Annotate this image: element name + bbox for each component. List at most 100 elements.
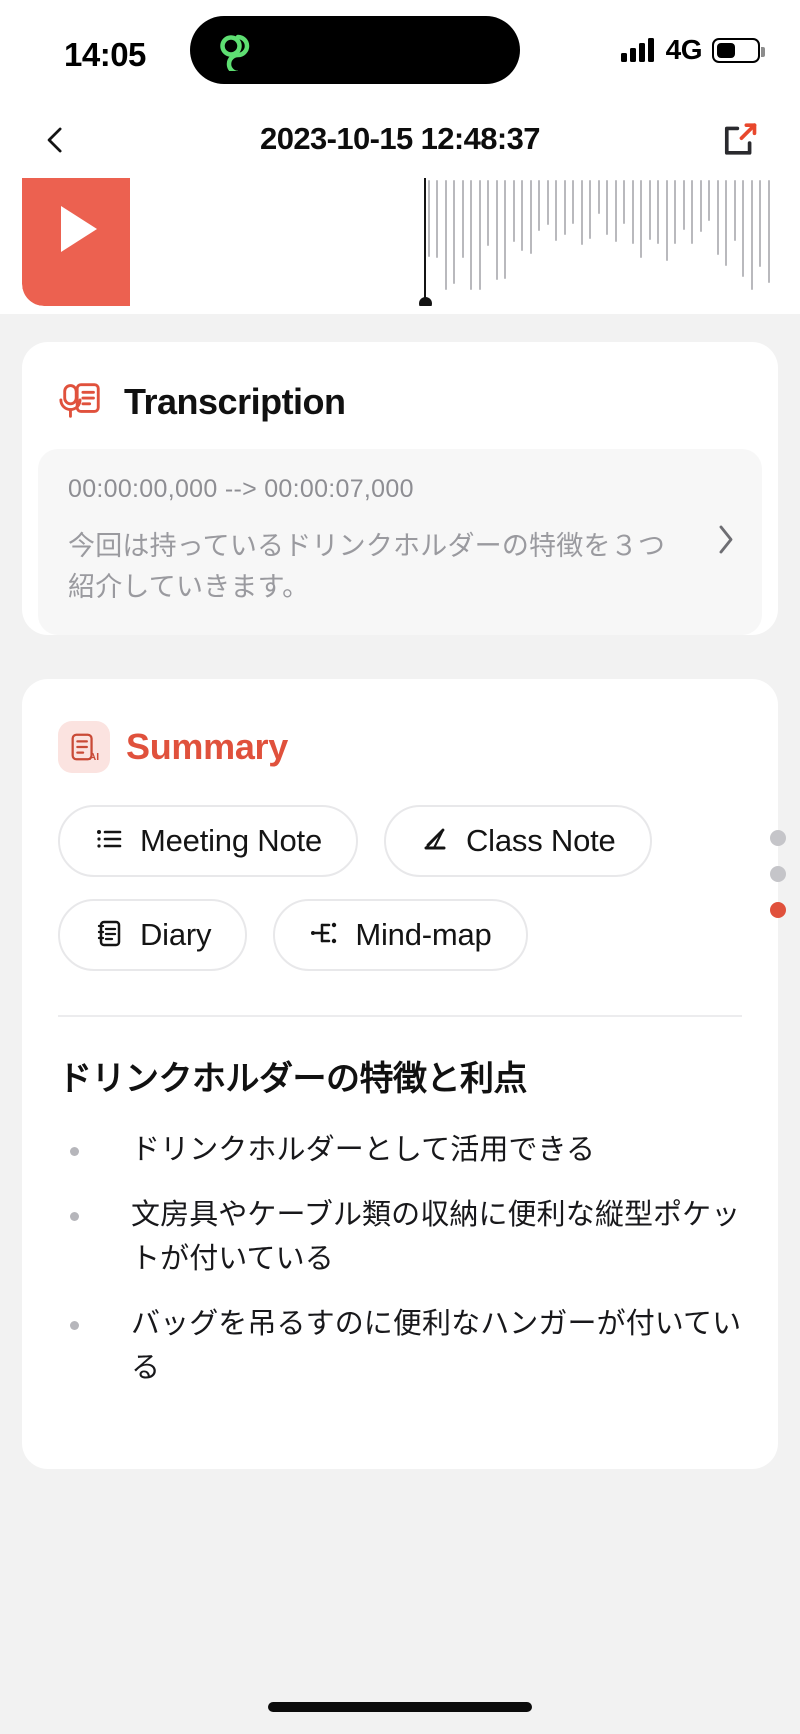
waveform-bar xyxy=(767,180,770,283)
waveform-bar xyxy=(572,180,574,225)
waveform-bar xyxy=(648,180,651,240)
summary-bullet: ドリンクホルダーとして活用できる xyxy=(58,1129,742,1173)
signal-bars-icon xyxy=(620,38,654,62)
transcription-text: 今回は持っているドリンクホルダーの特徴を３つ紹介していきます。 xyxy=(68,531,666,602)
pencil-icon xyxy=(420,824,450,859)
share-export-icon xyxy=(724,123,757,155)
page-indicator-dots[interactable] xyxy=(770,830,786,918)
waveform-bar xyxy=(606,180,608,235)
navigation-bar: 2023-10-15 12:48:37 xyxy=(0,100,800,178)
waveform-bar xyxy=(674,180,676,245)
waveform-bar xyxy=(742,180,744,278)
page-title: 2023-10-15 12:48:37 xyxy=(260,121,540,156)
waveform-bar xyxy=(640,180,642,258)
waveform-bar xyxy=(708,180,710,221)
transcription-title: Transcription xyxy=(124,380,346,422)
waveform-bar xyxy=(691,180,693,245)
bullet-dot-icon xyxy=(70,1146,79,1156)
summary-header: AI Summary xyxy=(22,679,778,799)
summary-card: AI Summary Meeting Note Class Note Diary… xyxy=(22,679,778,1469)
share-button[interactable] xyxy=(712,112,766,166)
chip-mind-map[interactable]: Mind-map xyxy=(273,899,528,971)
waveform-bar xyxy=(623,180,625,225)
waveform-bar xyxy=(563,180,566,235)
waveform-bar xyxy=(521,180,523,251)
summary-bullet: 文房具やケーブル類の収納に便利な縦型ポケットが付いている xyxy=(58,1194,742,1281)
chevron-left-icon xyxy=(47,127,62,153)
chevron-right-icon[interactable] xyxy=(716,523,736,562)
summary-type-chips: Meeting Note Class Note Diary Mind-map xyxy=(22,799,778,971)
waveform-bar xyxy=(682,180,685,231)
waveform-bar xyxy=(453,180,455,284)
transcription-header: Transcription xyxy=(22,342,778,449)
page-dot[interactable] xyxy=(770,830,786,846)
bullet-dot-icon xyxy=(70,1321,79,1331)
back-button[interactable] xyxy=(30,114,82,166)
waveform-bar xyxy=(512,180,515,242)
waveform-bar xyxy=(470,180,472,290)
chip-meeting-note[interactable]: Meeting Note xyxy=(58,805,358,877)
chip-label: Class Note xyxy=(465,823,616,858)
chip-label: Diary xyxy=(140,917,212,952)
waveform-card xyxy=(22,178,778,306)
svg-text:AI: AI xyxy=(89,752,99,763)
waveform-bar xyxy=(614,180,617,242)
waveform-bar xyxy=(478,180,481,290)
waveform-bar xyxy=(597,180,600,215)
summary-bullet: バッグを吊るすのに便利なハンガーが付いている xyxy=(58,1303,742,1390)
waveform-bar xyxy=(436,180,438,259)
summary-content: ドリンクホルダーの特徴と利点 ドリンクホルダーとして活用できる 文房具やケーブル… xyxy=(22,1017,778,1390)
waveform-bar xyxy=(733,180,736,242)
waveform-bar xyxy=(589,180,591,240)
playhead-marker[interactable] xyxy=(419,178,431,306)
battery-icon xyxy=(712,37,765,63)
network-type-label: 4G xyxy=(665,34,703,65)
summary-bullet-text: ドリンクホルダーとして活用できる xyxy=(131,1133,596,1166)
mindmap-icon xyxy=(309,918,339,953)
summary-title: Summary xyxy=(126,726,288,767)
chip-label: Mind-map xyxy=(355,917,492,952)
waveform-bar xyxy=(504,180,506,280)
status-bar-indicators: 4G xyxy=(620,34,765,66)
page-dot[interactable] xyxy=(770,902,786,918)
waveform-bar xyxy=(657,180,659,245)
ai-summary-icon: AI xyxy=(58,721,110,773)
waveform-bar xyxy=(716,180,719,255)
waveform-bar xyxy=(427,180,430,257)
waveform-bar xyxy=(759,180,761,268)
waveform-bar xyxy=(444,180,447,290)
waveform-bar xyxy=(529,180,532,255)
waveform-bar xyxy=(750,180,753,290)
transcription-card: Transcription 00:00:00,000 --> 00:00:07,… xyxy=(22,342,778,635)
waveform-bar xyxy=(725,180,727,266)
status-bar: 14:05 4G xyxy=(0,0,800,100)
waveform-bar xyxy=(461,180,464,258)
list-icon xyxy=(94,824,124,859)
waveform-bar xyxy=(665,180,668,262)
chip-class-note[interactable]: Class Note xyxy=(383,805,652,877)
waveform-bar xyxy=(555,180,557,242)
transcription-timecode: 00:00:00,000 --> 00:00:07,000 xyxy=(68,475,414,503)
transcription-entry[interactable]: 00:00:00,000 --> 00:00:07,000 今回は持っているドリ… xyxy=(38,449,762,635)
summary-bullet-text: 文房具やケーブル類の収納に便利な縦型ポケットが付いている xyxy=(131,1199,741,1275)
bullet-dot-icon xyxy=(70,1212,79,1222)
play-icon xyxy=(61,206,97,252)
summary-heading: ドリンクホルダーの特徴と利点 xyxy=(58,1060,528,1098)
notebook-icon xyxy=(94,918,124,953)
home-indicator xyxy=(268,1702,532,1712)
waveform-bar xyxy=(631,180,634,245)
summary-bullet-text: バッグを吊るすのに便利なハンガーが付いている xyxy=(131,1308,742,1384)
status-bar-time: 14:05 xyxy=(64,36,146,73)
play-button[interactable] xyxy=(22,178,130,306)
waveform-bar xyxy=(580,180,583,245)
chip-label: Meeting Note xyxy=(140,823,322,858)
waveform-bar xyxy=(487,180,489,246)
transcription-mic-doc-icon xyxy=(58,376,104,427)
page-dot[interactable] xyxy=(770,866,786,882)
green-link-icon xyxy=(214,29,256,76)
waveform-bar xyxy=(699,180,702,233)
dynamic-island xyxy=(190,16,520,84)
chip-diary[interactable]: Diary xyxy=(58,899,248,971)
audio-waveform[interactable] xyxy=(130,178,778,306)
audio-player xyxy=(0,178,800,314)
